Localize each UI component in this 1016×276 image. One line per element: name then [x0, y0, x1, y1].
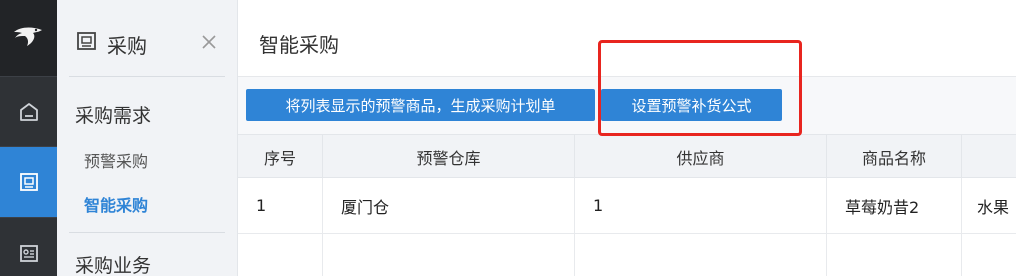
sidebar-item-smart-purchase[interactable]: 智能采购 — [84, 192, 148, 216]
sidebar-divider — [69, 232, 225, 233]
column-header-category[interactable] — [962, 135, 1016, 178]
generate-purchase-plan-button[interactable]: 将列表显示的预警商品，生成采购计划单 — [246, 89, 595, 121]
purchase-icon — [77, 32, 96, 50]
home-icon — [19, 103, 38, 121]
cell-empty — [238, 234, 323, 276]
cell-supplier: 1 — [575, 178, 827, 233]
data-table: 序号 预警仓库 供应商 商品名称 1 厦门仓 1 草莓奶昔2 水果 — [238, 134, 1016, 276]
icon-rail — [0, 0, 57, 276]
annotation-highlight-box — [598, 40, 802, 136]
cell-empty — [827, 234, 962, 276]
cell-empty — [575, 234, 827, 276]
cell-product-name: 草莓奶昔2 — [827, 178, 962, 233]
main-content: 智能采购 将列表显示的预警商品，生成采购计划单 设置预警补货公式 序号 预警仓库… — [238, 0, 1016, 276]
cell-empty — [962, 234, 1016, 276]
sidebar-group-title: 采购需求 — [75, 105, 152, 127]
column-header-warehouse[interactable]: 预警仓库 — [323, 135, 575, 178]
purchase-icon — [19, 173, 38, 191]
app-window: 采购 采购需求 预警采购 智能采购 采购业务 智能采购 将列表显示的预警商品，生… — [0, 0, 1016, 276]
table-row[interactable]: 1 厦门仓 1 草莓奶昔2 水果 — [238, 178, 1016, 234]
cell-category: 水果 — [962, 178, 1016, 233]
cell-warehouse: 厦门仓 — [323, 178, 575, 233]
column-header-supplier[interactable]: 供应商 — [575, 135, 827, 178]
table-row — [238, 234, 1016, 276]
sidebar-divider — [69, 76, 225, 77]
page-title: 智能采购 — [259, 33, 339, 57]
sidebar-header: 采购 — [57, 0, 238, 76]
close-icon[interactable] — [200, 33, 218, 51]
rail-item-contacts[interactable] — [0, 218, 57, 276]
sidebar-item-warning-purchase[interactable]: 预警采购 — [84, 148, 148, 172]
cell-empty — [323, 234, 575, 276]
bird-logo-icon — [13, 27, 42, 46]
column-header-product-name[interactable]: 商品名称 — [827, 135, 962, 178]
sidebar-group-title: 采购业务 — [75, 255, 152, 276]
contact-card-icon — [19, 245, 38, 262]
table-header: 序号 预警仓库 供应商 商品名称 — [238, 134, 1016, 178]
rail-item-purchase[interactable] — [0, 147, 57, 217]
column-header-index[interactable]: 序号 — [238, 135, 323, 178]
cell-index: 1 — [238, 178, 323, 233]
sidebar-title: 采购 — [107, 34, 147, 58]
secondary-sidebar: 采购 采购需求 预警采购 智能采购 采购业务 — [57, 0, 238, 276]
rail-item-home[interactable] — [0, 77, 57, 147]
app-logo[interactable] — [0, 0, 57, 76]
